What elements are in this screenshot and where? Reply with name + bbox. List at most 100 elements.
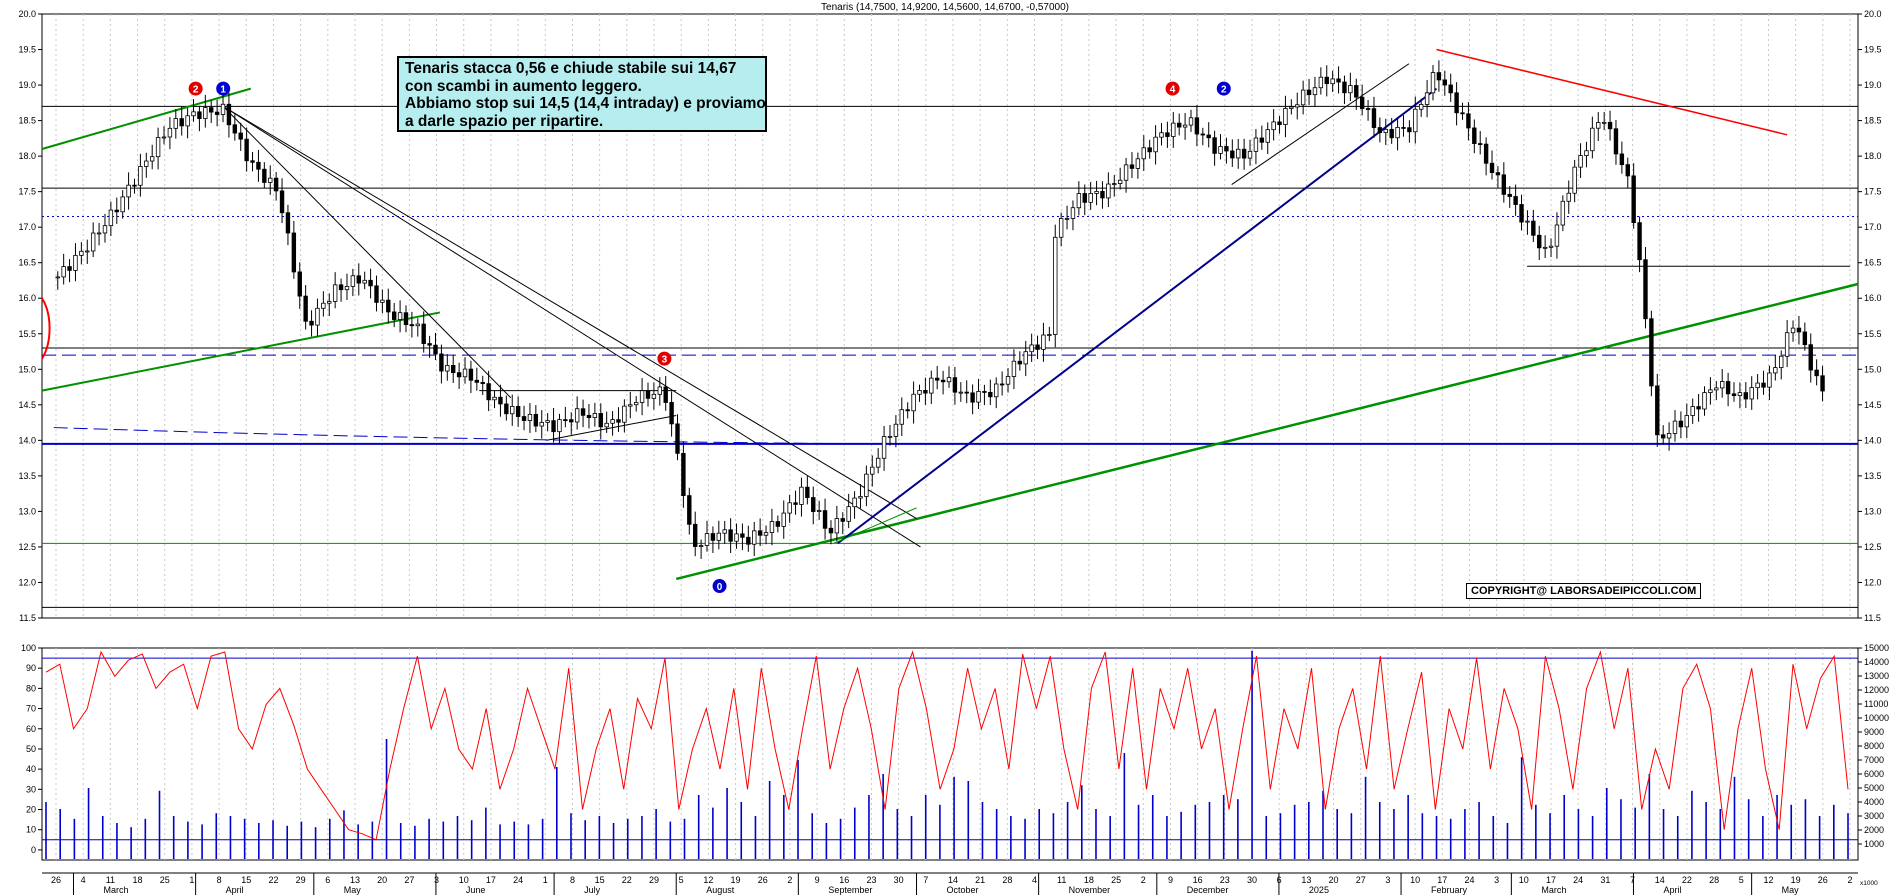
candle-body [397,312,403,320]
candle-body [1230,150,1235,159]
x-tick-day: 14 [1655,875,1665,885]
volume-tick: 7000 [1864,755,1884,765]
candle-body [132,184,137,187]
x-tick-day: 29 [649,875,659,885]
candle-body [1708,389,1713,393]
candle-body [321,302,326,309]
candle-body [1265,129,1270,143]
x-tick-day: 20 [377,875,387,885]
x-tick-day: 30 [894,875,904,885]
volume-tick: 9000 [1864,727,1884,737]
candle-body [1324,76,1329,85]
candle-body [1808,344,1813,371]
candle-body [515,406,521,417]
candle-body [1696,406,1701,410]
candle-body [1454,92,1459,114]
wave-label-text: 2 [1221,85,1227,96]
candle-body [651,393,657,399]
oscillator-tick: 20 [26,805,36,815]
price-tick-right: 15.5 [1864,329,1882,339]
candle-body [161,136,167,139]
candle-body [533,413,539,427]
candle-body [1300,89,1306,106]
candle-body [1749,387,1754,400]
candle-body [155,137,161,158]
x-tick-day: 19 [731,875,741,885]
x-tick-day: 30 [1247,875,1257,885]
candle-body [1519,204,1524,223]
candle-body [633,402,639,406]
price-tick-left: 16.5 [18,258,36,268]
candle-body [1596,122,1601,129]
candle-body [409,324,415,327]
oscillator-panel [41,647,1859,861]
price-tick-right: 16.5 [1864,258,1882,268]
candle-body [285,212,291,234]
candle-body [1188,117,1194,126]
candle-body [1554,224,1560,247]
candle-body [439,353,444,372]
price-tick-right: 18.5 [1864,116,1882,126]
candle-body [521,416,527,421]
candle-body [929,377,934,394]
price-tick-left: 13.5 [18,471,36,481]
candle-body [1743,392,1749,400]
callout-line-3: Abbiamo stop sui 14,5 (14,4 intraday) e … [405,95,766,112]
volume-tick: 8000 [1864,741,1884,751]
x-tick-day: 9 [1168,875,1173,885]
candle-body [1672,420,1678,434]
x-tick-day: 22 [268,875,278,885]
price-tick-right: 14.0 [1864,435,1882,445]
candle-body [763,532,769,536]
x-tick-day: 17 [1437,875,1447,885]
candle-body [1070,207,1076,219]
x-tick-day: 24 [513,875,523,885]
candle-body [1560,200,1566,226]
candle-body [870,466,875,475]
volume-tick: 10000 [1864,713,1889,723]
x-tick-day: 24 [1573,875,1583,885]
candle-body [1389,128,1394,139]
oscillator-tick: 60 [26,724,36,734]
price-tick-left: 15.0 [18,364,36,374]
volume-tick: 14000 [1864,657,1889,667]
candle-body [1489,162,1495,173]
callout-line-4: a darle spazio per ripartire. [405,112,604,130]
candle-body [1147,147,1152,153]
volume-tick: 1000 [1864,839,1884,849]
candle-body [704,533,710,546]
volume-tick: 13000 [1864,671,1889,681]
candle-body [822,510,828,529]
candle-body [268,177,273,183]
x-tick-day: 7 [923,875,928,885]
candle-body [563,419,568,422]
oscillator-tick: 40 [26,764,36,774]
candle-body [1047,334,1052,336]
oscillator-tick: 10 [26,825,36,835]
candle-body [291,232,297,273]
candle-body [675,423,680,454]
price-tick-left: 20.0 [18,9,36,19]
candle-body [386,299,391,313]
candle-body [1029,344,1034,353]
candle-body [1448,84,1453,94]
candle-body [238,132,243,140]
x-tick-day: 22 [622,875,632,885]
candle-body [85,250,90,253]
candle-body [1218,146,1223,154]
candle-body [1430,72,1436,94]
x-tick-day: 17 [486,875,496,885]
copyright-label: COPYRIGHT@ LABORSADEIPICCOLI.COM [1466,583,1702,599]
oscillator-tick: 0 [31,845,36,855]
candle-body [114,209,119,213]
candle-body [185,115,190,127]
price-tick-left: 14.5 [18,400,36,410]
price-tick-left: 16.0 [18,293,36,303]
candle-body [356,275,361,284]
x-tick-day: 8 [217,875,222,885]
candle-body [203,107,208,119]
candle-body [474,379,480,383]
x-month-label: June [466,885,486,895]
candle-body [1755,382,1760,389]
candle-body [846,506,851,522]
